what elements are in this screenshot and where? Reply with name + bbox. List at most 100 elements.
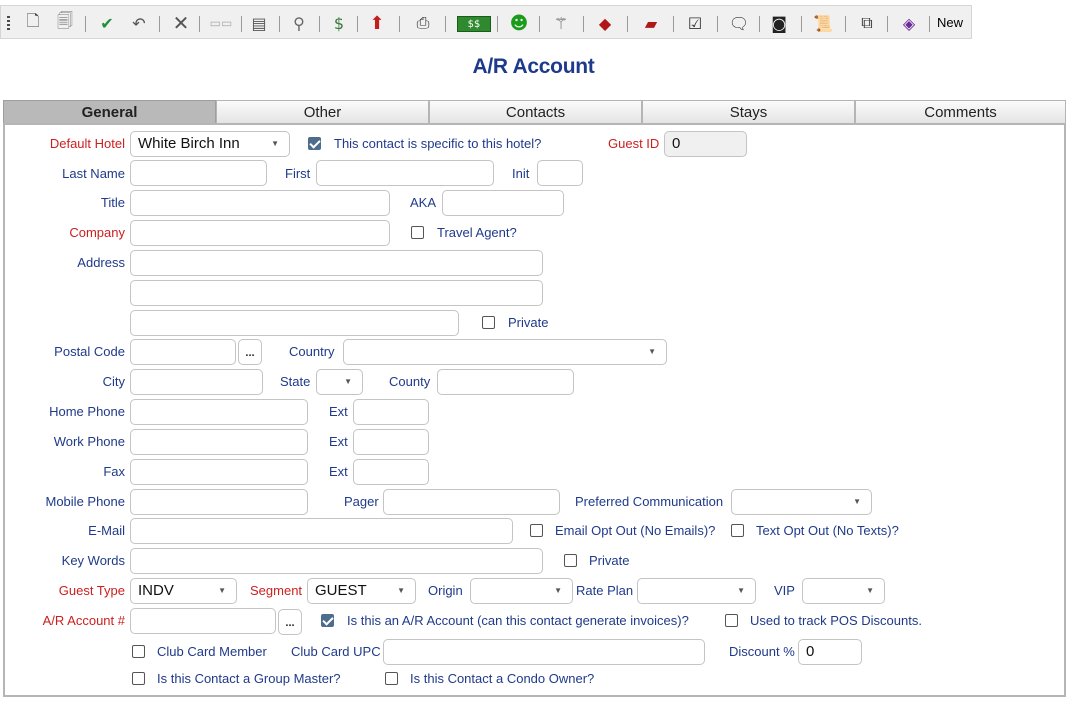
mobile-phone-field[interactable] [130, 489, 308, 515]
discount-field[interactable]: 0 [798, 639, 862, 665]
guest-type-select[interactable]: INDV [130, 578, 237, 604]
rate-plan-select[interactable] [637, 578, 756, 604]
work-ext-field[interactable] [353, 429, 429, 455]
book-purple-icon[interactable]: ◈ [897, 11, 921, 35]
address-private-label: Private [508, 315, 549, 330]
is-ar-account-checkbox[interactable] [321, 614, 334, 627]
home-ext-field[interactable] [353, 399, 429, 425]
club-card-member-checkbox[interactable] [132, 645, 145, 658]
preferred-communication-label: Preferred Communication [575, 494, 724, 509]
first-name-field[interactable] [316, 160, 494, 186]
home-phone-field[interactable] [130, 399, 308, 425]
origin-label: Origin [428, 583, 463, 598]
rate-plan-label: Rate Plan [576, 583, 634, 598]
state-select[interactable] [316, 369, 363, 395]
tab-comments[interactable]: Comments [855, 100, 1066, 124]
address-line3-field[interactable] [130, 310, 459, 336]
city-label: City [102, 374, 125, 389]
pager-field[interactable] [383, 489, 560, 515]
email-field[interactable] [130, 518, 513, 544]
title-field[interactable] [130, 190, 390, 216]
scroll-icon[interactable]: 📜 [811, 11, 835, 35]
new-button[interactable]: New [933, 12, 967, 34]
toolbar-grip[interactable] [7, 16, 10, 32]
tab-contacts[interactable]: Contacts [429, 100, 642, 124]
aka-field[interactable] [442, 190, 564, 216]
county-field[interactable] [437, 369, 574, 395]
email-opt-out-checkbox[interactable] [530, 524, 543, 537]
key-words-label: Key Words [61, 553, 125, 568]
city-field[interactable] [130, 369, 263, 395]
print-icon[interactable]: ⎙ [411, 11, 435, 35]
club-card-upc-field[interactable] [383, 639, 705, 665]
home-phone-label: Home Phone [49, 404, 125, 419]
export-icon[interactable]: ⬆ [365, 11, 389, 35]
address-private-checkbox[interactable] [482, 316, 495, 329]
camera-icon[interactable]: ◙ [767, 11, 791, 35]
tab-stays[interactable]: Stays [642, 100, 855, 124]
toolbar-separator [583, 16, 584, 32]
condo-owner-checkbox[interactable] [385, 672, 398, 685]
state-label: State [280, 374, 311, 389]
cash-icon[interactable]: $$ [457, 16, 491, 32]
magic-wand-icon[interactable]: ⚚ [549, 11, 573, 35]
text-opt-out-checkbox[interactable] [731, 524, 744, 537]
tab-general[interactable]: General [3, 100, 216, 124]
new-document-icon[interactable]: 🗋 [21, 11, 45, 35]
default-hotel-select[interactable]: White Birch Inn [130, 131, 290, 157]
toolbar-separator [887, 16, 888, 32]
segment-select[interactable]: GUEST [307, 578, 416, 604]
toolbar-separator [357, 16, 358, 32]
group-master-checkbox[interactable] [132, 672, 145, 685]
last-name-field[interactable] [130, 160, 267, 186]
specific-hotel-checkbox[interactable] [308, 137, 321, 150]
preferred-communication-select[interactable] [731, 489, 872, 515]
address-label: Address [77, 255, 125, 270]
checklist-icon[interactable]: ☑ [683, 11, 707, 35]
specific-hotel-label: This contact is specific to this hotel? [334, 136, 542, 151]
pos-discounts-checkbox[interactable] [725, 614, 738, 627]
ar-account-lookup-button[interactable]: ... [278, 609, 302, 635]
book-icon[interactable]: ◆ [593, 11, 617, 35]
address-line1-field[interactable] [130, 250, 543, 276]
delete-icon[interactable]: ✕ [169, 11, 193, 35]
origin-select[interactable] [470, 578, 573, 604]
undo-icon[interactable]: ↶ [127, 11, 151, 35]
vip-label: VIP [774, 583, 795, 598]
tab-other[interactable]: Other [216, 100, 429, 124]
save-check-icon[interactable]: ✔ [95, 11, 119, 35]
fax-field[interactable] [130, 459, 308, 485]
ar-account-field[interactable] [130, 608, 276, 634]
pos-discounts-label: Used to track POS Discounts. [750, 613, 922, 628]
company-label: Company [69, 225, 125, 240]
postal-code-field[interactable] [130, 339, 236, 365]
country-select[interactable] [343, 339, 667, 365]
work-ext-label: Ext [329, 434, 348, 449]
key-words-private-checkbox[interactable] [564, 554, 577, 567]
notes-icon[interactable]: ▤ [247, 11, 271, 35]
guest-id-field[interactable]: 0 [664, 131, 747, 157]
vip-select[interactable] [802, 578, 885, 604]
search-add-icon[interactable]: ⚲ [287, 11, 311, 35]
init-field[interactable] [537, 160, 583, 186]
money-icon[interactable]: $ [327, 11, 351, 35]
key-words-field[interactable] [130, 548, 543, 574]
toggle-icon[interactable]: ▭▭ [209, 11, 233, 35]
smiley-icon[interactable]: ☻ [507, 11, 531, 35]
first-name-label: First [285, 166, 311, 181]
is-ar-account-label: Is this an A/R Account (can this contact… [347, 613, 689, 628]
travel-agent-checkbox[interactable] [411, 226, 424, 239]
address-line2-field[interactable] [130, 280, 543, 306]
postal-code-lookup-button[interactable]: ... [238, 339, 262, 365]
comment-icon[interactable]: 🗨 [727, 11, 751, 35]
home-ext-label: Ext [329, 404, 348, 419]
folder-icon[interactable]: ▰ [639, 11, 663, 35]
work-phone-field[interactable] [130, 429, 308, 455]
company-field[interactable] [130, 220, 390, 246]
copy-document-icon[interactable]: 🗐 [53, 11, 77, 35]
last-name-label: Last Name [62, 166, 125, 181]
toolbar-separator [673, 16, 674, 32]
toolbar-separator [845, 16, 846, 32]
copy-pages-icon[interactable]: ⧉ [855, 11, 879, 35]
fax-ext-field[interactable] [353, 459, 429, 485]
